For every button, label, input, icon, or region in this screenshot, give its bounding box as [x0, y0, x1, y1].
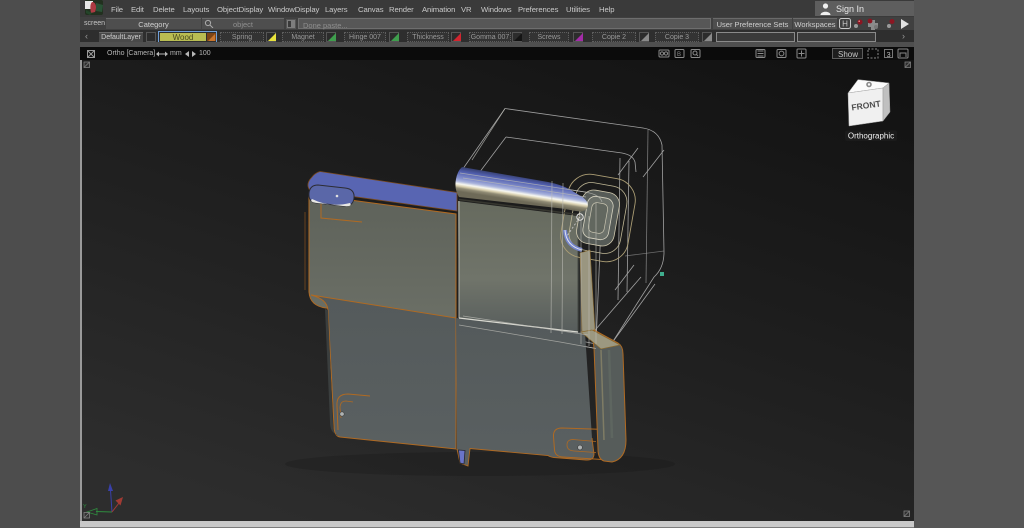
svg-text:B: B: [677, 52, 681, 58]
svg-text:Orthographic: Orthographic: [848, 132, 894, 141]
svg-text:H: H: [842, 20, 848, 29]
svg-text:Y: Y: [83, 504, 87, 510]
